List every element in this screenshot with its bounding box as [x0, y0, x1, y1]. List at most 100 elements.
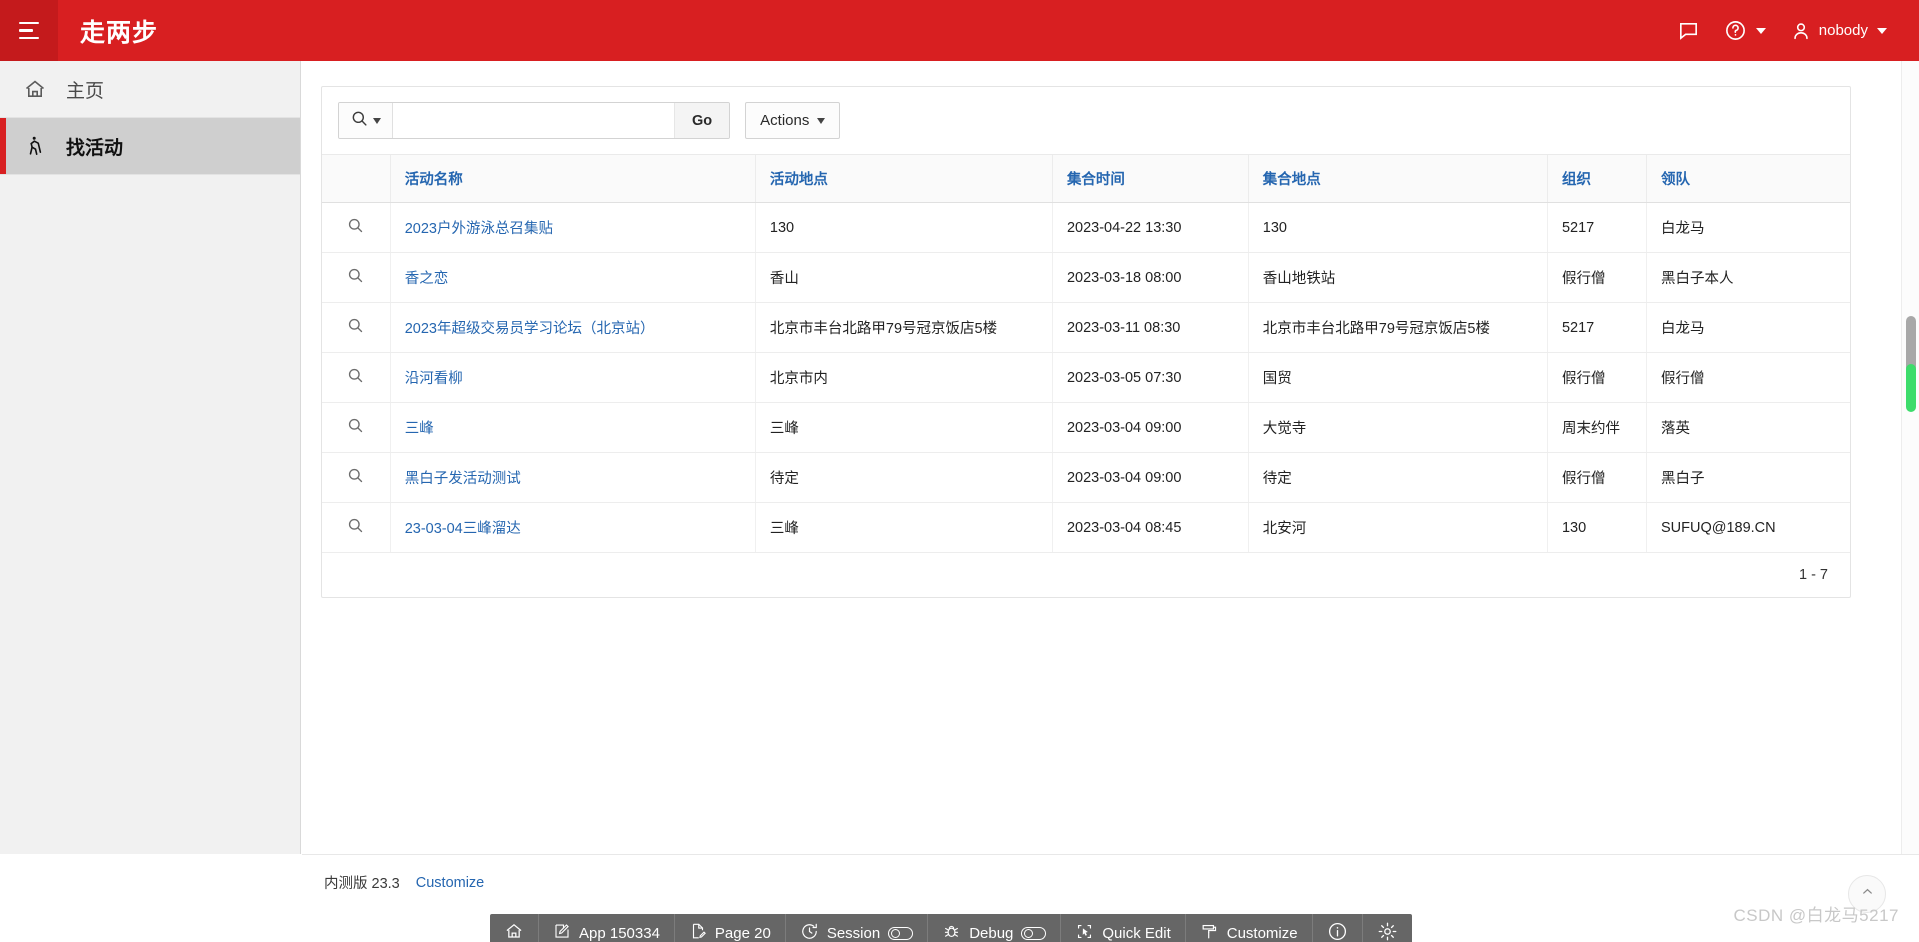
table-body: 2023户外游泳总召集贴 130 2023-04-22 13:30 130 5217 白龙…	[322, 202, 1850, 553]
row-zoom-icon[interactable]	[346, 216, 365, 239]
debug-toggle[interactable]	[1021, 926, 1047, 940]
row-zoom-cell	[322, 302, 391, 353]
dev-debug-label: Debug	[969, 924, 1014, 942]
table-header: 活动名称 活动地点 集合时间 集合地点 组织 领队	[322, 155, 1850, 203]
dev-app-label: App 150334	[579, 924, 660, 942]
search-input[interactable]	[393, 103, 674, 138]
footer-customize-link[interactable]: Customize	[416, 875, 485, 891]
cell-place: 香山	[755, 252, 1053, 303]
dev-session-button[interactable]: Session	[786, 914, 929, 942]
activity-name-link[interactable]: 黑白子发活动测试	[405, 471, 521, 487]
cell-meet: 国贸	[1248, 352, 1548, 403]
row-zoom-icon[interactable]	[346, 416, 365, 439]
user-icon	[1790, 20, 1812, 42]
hamburger-icon	[19, 21, 39, 40]
sidebar-item-find-activity[interactable]: 找活动	[0, 118, 300, 175]
activity-name-link[interactable]: 沿河看柳	[405, 371, 463, 387]
pagination: 1 - 7	[322, 553, 1850, 597]
chevron-down-icon	[1877, 27, 1887, 34]
column-header-name[interactable]: 活动名称	[390, 155, 756, 203]
cell-time: 2023-04-22 13:30	[1052, 202, 1249, 253]
cell-lead: 落英	[1646, 402, 1850, 453]
table-row: 黑白子发活动测试 待定 2023-03-04 09:00 待定 假行僧 黑白子	[322, 452, 1850, 503]
table-header-row: 活动名称 活动地点 集合时间 集合地点 组织 领队	[322, 155, 1850, 203]
cell-org: 假行僧	[1547, 252, 1647, 303]
table-row: 2023年超级交易员学习论坛（北京站） 北京市丰台北路甲79号冠京饭店5楼 2023…	[322, 302, 1850, 353]
dev-page-button[interactable]: Page 20	[675, 914, 786, 942]
help-circle-icon	[1724, 19, 1747, 42]
cell-time: 2023-03-18 08:00	[1052, 252, 1249, 303]
pagination-range: 1 - 7	[1798, 567, 1828, 583]
developer-toolbar: App 150334 Page 20 Session Debug Quick E…	[490, 914, 1412, 942]
dev-debug-button[interactable]: Debug	[928, 914, 1062, 942]
chevron-down-icon	[1755, 27, 1766, 34]
column-header-place[interactable]: 活动地点	[755, 155, 1053, 203]
cell-meet: 130	[1248, 202, 1548, 253]
row-zoom-icon[interactable]	[346, 316, 365, 339]
dev-customize-button[interactable]: Customize	[1186, 914, 1313, 942]
session-clock-icon	[800, 922, 819, 942]
search-column-selector[interactable]	[339, 103, 393, 138]
dev-page-label: Page 20	[714, 924, 771, 942]
go-button[interactable]: Go	[674, 103, 730, 138]
cell-meet: 北安河	[1248, 502, 1548, 553]
hamburger-menu-button[interactable]	[0, 0, 58, 61]
row-zoom-cell	[322, 452, 391, 503]
user-menu-button[interactable]: nobody	[1780, 13, 1897, 49]
activity-name-link[interactable]: 2023年超级交易员学习论坛（北京站）	[405, 321, 655, 337]
dev-home-button[interactable]	[490, 914, 539, 942]
row-zoom-icon[interactable]	[346, 516, 365, 539]
quick-edit-icon	[1075, 922, 1094, 942]
row-zoom-cell	[322, 502, 391, 553]
activity-name-link[interactable]: 三峰	[405, 421, 434, 437]
dev-settings-button[interactable]	[1363, 914, 1412, 942]
watermark: CSDN @白龙马5217	[1733, 906, 1899, 925]
table-row: 23-03-04三峰溜达 三峰 2023-03-04 08:45 北安河 130 SUFU…	[322, 502, 1850, 553]
page-scrollbar[interactable]	[1901, 61, 1919, 854]
comments-button[interactable]	[1667, 12, 1710, 49]
table-row: 2023户外游泳总召集贴 130 2023-04-22 13:30 130 5217 白龙…	[322, 202, 1850, 253]
cell-time: 2023-03-04 08:45	[1052, 502, 1249, 553]
app-header: 走两步 nobody	[0, 0, 1919, 61]
cell-name: 黑白子发活动测试	[390, 452, 756, 503]
activity-name-link[interactable]: 香之恋	[405, 271, 449, 287]
bug-icon	[942, 922, 961, 942]
cell-lead: SUFUQ@189.CN	[1646, 502, 1850, 553]
cell-lead: 白龙马	[1646, 202, 1850, 253]
actions-button[interactable]: Actions	[745, 102, 841, 139]
cell-place: 130	[755, 202, 1053, 253]
scrollbar-thumb-highlight[interactable]	[1906, 364, 1916, 412]
cell-org: 5217	[1547, 302, 1647, 353]
cell-org: 周末约伴	[1547, 402, 1647, 453]
column-header-org[interactable]: 组织	[1547, 155, 1647, 203]
activity-name-link[interactable]: 2023户外游泳总召集贴	[405, 221, 553, 237]
column-header-lead[interactable]: 领队	[1646, 155, 1850, 203]
sidebar-item-label: 找活动	[66, 137, 124, 159]
row-zoom-icon[interactable]	[346, 366, 365, 389]
table-row: 沿河看柳 北京市内 2023-03-05 07:30 国贸 假行僧 假行僧	[322, 352, 1850, 403]
row-zoom-icon[interactable]	[346, 466, 365, 489]
search-group: Go	[338, 102, 731, 139]
row-zoom-icon[interactable]	[346, 266, 365, 289]
cell-place: 待定	[755, 452, 1053, 503]
cell-org: 假行僧	[1547, 452, 1647, 503]
sidebar-item-home[interactable]: 主页	[0, 61, 300, 118]
help-button[interactable]	[1714, 12, 1776, 49]
cell-place: 北京市内	[755, 352, 1053, 403]
cell-place: 三峰	[755, 402, 1053, 453]
column-header-time[interactable]: 集合时间	[1052, 155, 1249, 203]
edit-square-icon	[553, 922, 571, 942]
column-header-meet[interactable]: 集合地点	[1248, 155, 1548, 203]
table-row: 香之恋 香山 2023-03-18 08:00 香山地铁站 假行僧 黑白子本人	[322, 252, 1850, 303]
session-toggle[interactable]	[888, 926, 914, 940]
chevron-down-icon	[373, 117, 381, 124]
cell-time: 2023-03-04 09:00	[1052, 452, 1249, 503]
paint-roller-icon	[1200, 922, 1219, 942]
dev-app-button[interactable]: App 150334	[539, 914, 675, 942]
cell-name: 三峰	[390, 402, 756, 453]
cell-time: 2023-03-05 07:30	[1052, 352, 1249, 403]
activity-name-link[interactable]: 23-03-04三峰溜达	[405, 521, 521, 537]
dev-quick-edit-button[interactable]: Quick Edit	[1061, 914, 1186, 942]
dev-info-button[interactable]	[1313, 914, 1363, 942]
main-content: Go Actions 活动名称 活动地点 集合时间 集合地点 组织 领队 202…	[302, 61, 1919, 854]
